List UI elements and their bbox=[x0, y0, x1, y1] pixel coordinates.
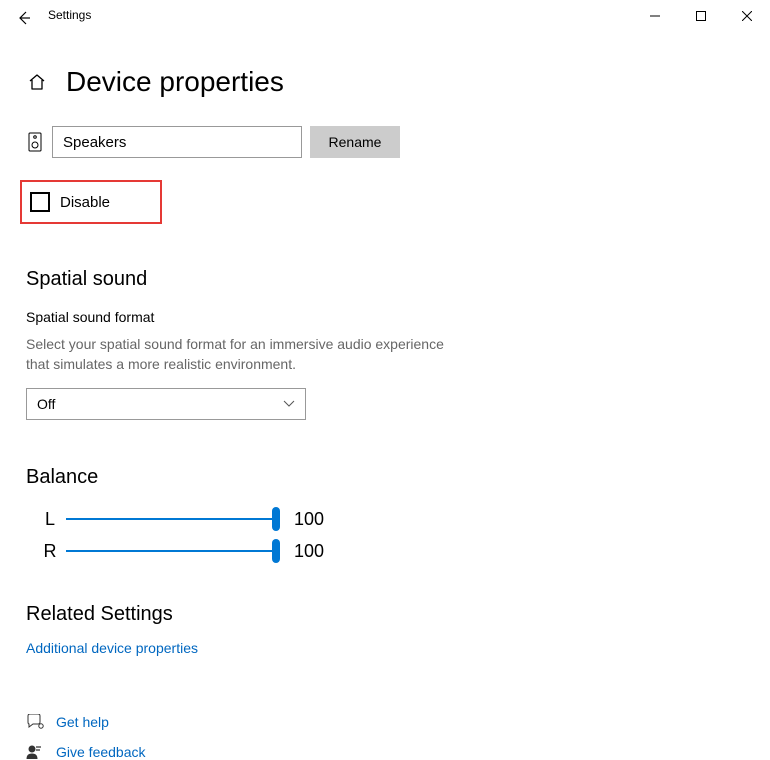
balance-right-value: 100 bbox=[294, 541, 324, 562]
related-settings-title: Related Settings bbox=[26, 603, 744, 626]
additional-device-properties-link[interactable]: Additional device properties bbox=[26, 640, 744, 656]
page-title: Device properties bbox=[66, 66, 284, 98]
minimize-button[interactable] bbox=[632, 0, 678, 32]
get-help-link[interactable]: Get help bbox=[56, 714, 109, 730]
maximize-button[interactable] bbox=[678, 0, 724, 32]
balance-right-slider[interactable] bbox=[66, 539, 276, 563]
spatial-format-value: Off bbox=[37, 396, 55, 412]
disable-checkbox[interactable] bbox=[30, 192, 50, 212]
back-button[interactable] bbox=[0, 0, 48, 36]
spatial-sound-title: Spatial sound bbox=[26, 268, 744, 291]
disable-checkbox-highlight: Disable bbox=[20, 180, 162, 224]
close-button[interactable] bbox=[724, 0, 770, 32]
get-help-icon bbox=[26, 714, 44, 730]
disable-label: Disable bbox=[60, 194, 110, 211]
balance-title: Balance bbox=[26, 466, 744, 489]
device-name-input[interactable] bbox=[52, 126, 302, 158]
spatial-format-description: Select your spatial sound format for an … bbox=[26, 335, 466, 374]
feedback-icon bbox=[26, 744, 44, 760]
chevron-down-icon bbox=[283, 397, 295, 411]
balance-left-value: 100 bbox=[294, 509, 324, 530]
balance-right-label: R bbox=[26, 541, 66, 562]
speaker-icon bbox=[26, 131, 44, 153]
spatial-format-label: Spatial sound format bbox=[26, 309, 744, 325]
balance-left-label: L bbox=[26, 509, 66, 530]
give-feedback-link[interactable]: Give feedback bbox=[56, 744, 146, 760]
home-icon[interactable] bbox=[26, 71, 48, 93]
rename-button[interactable]: Rename bbox=[310, 126, 400, 158]
app-title: Settings bbox=[48, 0, 91, 22]
spatial-format-select[interactable]: Off bbox=[26, 388, 306, 420]
balance-left-slider[interactable] bbox=[66, 507, 276, 531]
